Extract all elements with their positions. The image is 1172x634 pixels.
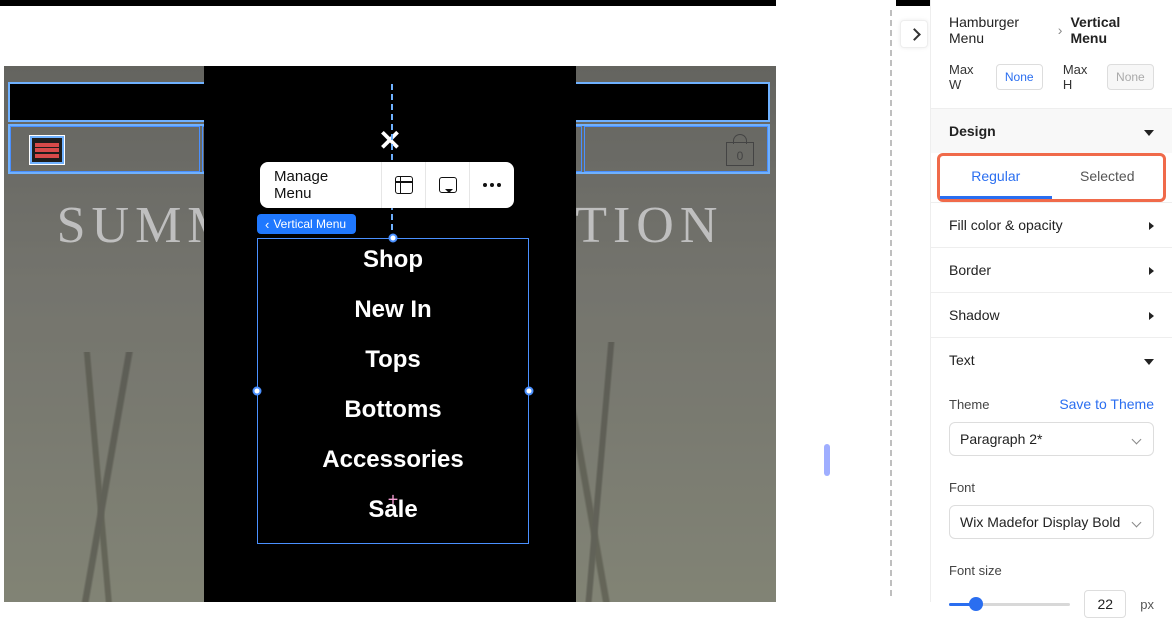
- menu-item-sale[interactable]: Sale: [368, 496, 417, 524]
- chevron-right-icon: [1149, 262, 1154, 278]
- fontsize-slider[interactable]: [949, 594, 1070, 614]
- fontsize-unit: px: [1140, 597, 1154, 612]
- more-icon: [483, 183, 501, 187]
- maxh-label: Max H: [1063, 62, 1097, 92]
- tab-selected[interactable]: Selected: [1052, 156, 1164, 199]
- fontsize-row: Font size: [931, 549, 1172, 584]
- chevron-down-icon: [1133, 519, 1143, 526]
- element-toolbar: Manage Menu: [260, 162, 514, 208]
- chevron-down-icon: [1144, 352, 1154, 368]
- chevron-right-icon: [910, 30, 919, 39]
- fill-row[interactable]: Fill color & opacity: [931, 202, 1172, 247]
- hamburger-icon[interactable]: [30, 136, 64, 164]
- menu-item-accessories[interactable]: Accessories: [322, 446, 463, 474]
- border-row[interactable]: Border: [931, 247, 1172, 292]
- fontsize-label: Font size: [949, 563, 1002, 578]
- theme-select[interactable]: Paragraph 2*: [949, 422, 1154, 456]
- maxh-value[interactable]: None: [1107, 64, 1154, 90]
- breadcrumb: Hamburger Menu Vertical Menu: [931, 0, 1172, 56]
- canvas-gutter: [776, 0, 896, 602]
- inspector-panel: Hamburger Menu Vertical Menu Max W None …: [930, 0, 1172, 602]
- element-tag[interactable]: Vertical Menu: [257, 214, 356, 234]
- ruler-marker[interactable]: [824, 444, 830, 476]
- slider-thumb[interactable]: [969, 597, 983, 611]
- font-row: Font: [931, 466, 1172, 501]
- text-row[interactable]: Text: [931, 337, 1172, 382]
- fontsize-control: 22 px: [931, 584, 1172, 634]
- more-button[interactable]: [470, 162, 514, 208]
- design-label: Design: [949, 123, 996, 139]
- text-label: Text: [949, 352, 975, 368]
- breadcrumb-parent[interactable]: Hamburger Menu: [949, 14, 1050, 46]
- collapse-panel-button[interactable]: [900, 20, 928, 48]
- fill-label: Fill color & opacity: [949, 217, 1063, 233]
- comment-icon: [439, 177, 457, 193]
- layout-icon: [395, 176, 413, 194]
- menu-item-bottoms[interactable]: Bottoms: [344, 396, 441, 424]
- font-select[interactable]: Wix Madefor Display Bold: [949, 505, 1154, 539]
- shadow-label: Shadow: [949, 307, 1000, 323]
- save-to-theme-link[interactable]: Save to Theme: [1059, 396, 1154, 412]
- cart-count: 0: [726, 149, 754, 163]
- vertical-menu[interactable]: + Shop New In Tops Bottoms Accessories S…: [257, 238, 529, 544]
- design-section-header[interactable]: Design: [931, 108, 1172, 153]
- state-tabs-highlight: Regular Selected: [937, 153, 1166, 202]
- font-label: Font: [949, 480, 975, 495]
- manage-menu-button[interactable]: Manage Menu: [260, 162, 382, 208]
- breadcrumb-current: Vertical Menu: [1070, 14, 1154, 46]
- resize-handle-top[interactable]: [389, 234, 398, 243]
- chevron-down-icon: [1144, 123, 1154, 139]
- menu-item-new-in[interactable]: New In: [354, 296, 431, 324]
- border-label: Border: [949, 262, 991, 278]
- theme-value: Paragraph 2*: [960, 431, 1043, 447]
- size-constraints-row: Max W None Max H None: [931, 56, 1172, 108]
- theme-row: Theme Save to Theme: [931, 382, 1172, 418]
- menu-item-shop[interactable]: Shop: [363, 246, 423, 274]
- editor-canvas: SUMMER COLLECTION 0 Manage Menu Vertical…: [4, 16, 776, 602]
- comment-button[interactable]: [426, 162, 470, 208]
- shadow-row[interactable]: Shadow: [931, 292, 1172, 337]
- menu-item-tops[interactable]: Tops: [365, 346, 421, 374]
- font-value: Wix Madefor Display Bold: [960, 514, 1120, 530]
- ruler-dashed: [890, 10, 892, 596]
- cart-icon[interactable]: 0: [726, 134, 754, 166]
- element-tag-label: Vertical Menu: [273, 217, 346, 231]
- tab-regular[interactable]: Regular: [940, 156, 1052, 199]
- chevron-right-icon: [1058, 22, 1063, 38]
- theme-label: Theme: [949, 397, 989, 412]
- maxw-value[interactable]: None: [996, 64, 1043, 90]
- fontsize-input[interactable]: 22: [1084, 590, 1126, 618]
- chevron-down-icon: [1133, 436, 1143, 443]
- chevron-right-icon: [1149, 307, 1154, 323]
- vmenu-list: Shop New In Tops Bottoms Accessories Sal…: [257, 246, 529, 524]
- chevron-right-icon: [1149, 217, 1154, 233]
- close-icon[interactable]: [378, 124, 401, 157]
- state-tabs: Regular Selected: [940, 156, 1163, 199]
- maxw-label: Max W: [949, 62, 986, 92]
- layout-button[interactable]: [382, 162, 426, 208]
